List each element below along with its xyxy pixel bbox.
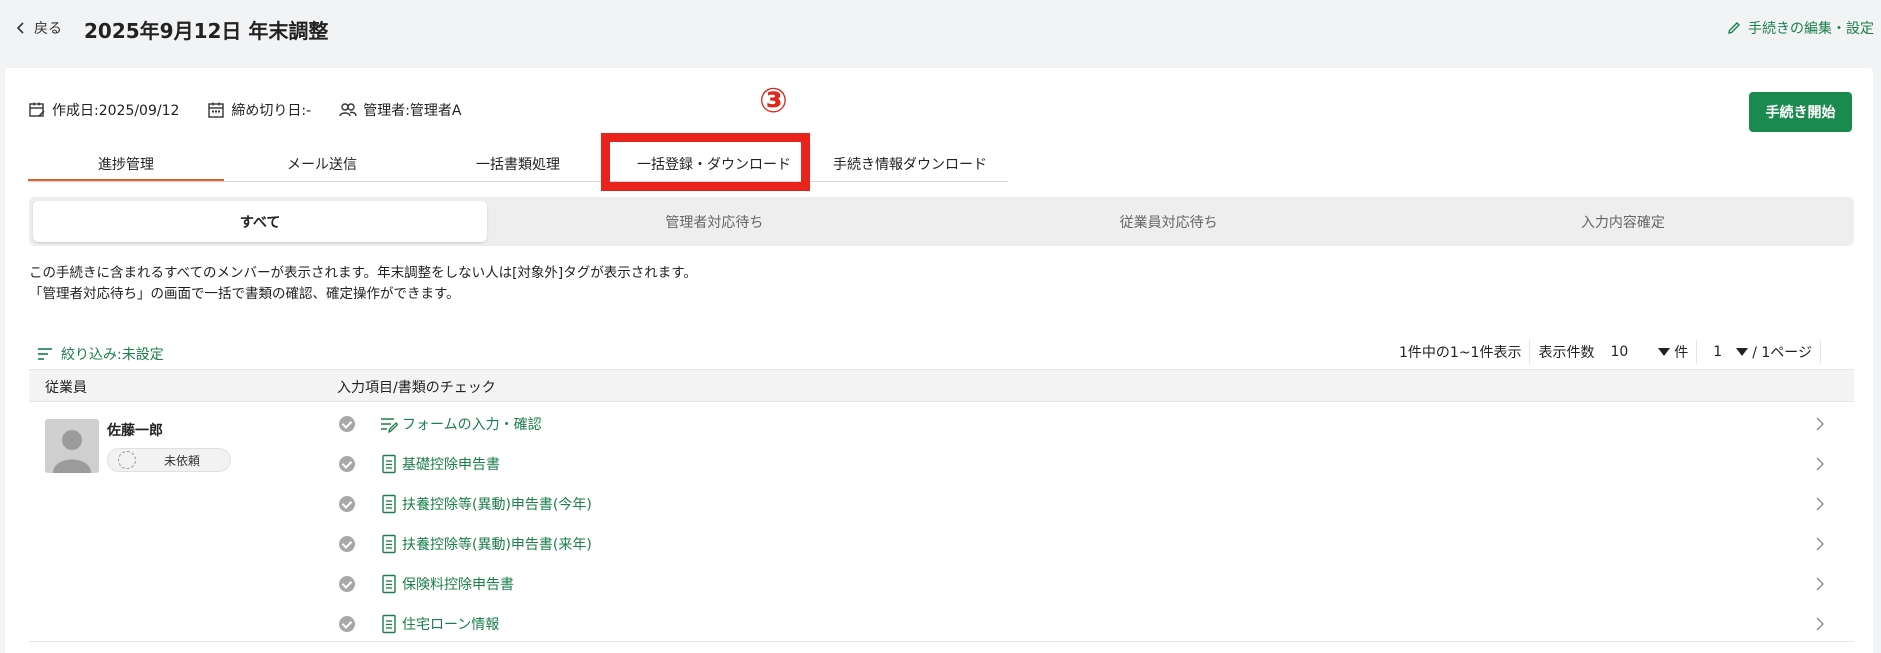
check-item-label: 扶養控除等(異動)申告書(今年) [402,497,592,513]
user-silhouette-icon [53,430,91,473]
check-item-housing-loan[interactable]: 住宅ローン情報 [339,612,499,636]
per-page-unit: 件 [1674,345,1689,361]
users-icon [339,103,357,117]
per-page-control: 表示件数 10 件 [1530,340,1698,364]
step-annotation: ③ [759,81,788,121]
table-header: 従業員 入力項目/書類のチェック [29,369,1854,402]
filter-button[interactable]: 絞り込み:未設定 [37,344,164,364]
form-edit-icon [381,418,398,434]
check-item-insurance[interactable]: 保険料控除申告書 [339,572,514,596]
main-tabs: 進捗管理 メール送信 一括書類処理 一括登録・ダウンロード 手続き情報ダウンロー… [28,148,1008,182]
edit-settings-link[interactable]: 手続きの編集・設定 [1726,18,1874,38]
per-page-select[interactable]: 10 件 [1610,342,1688,362]
chevron-right-icon[interactable] [1813,577,1827,591]
check-circle-icon [339,496,355,512]
check-item-label: 扶養控除等(異動)申告書(来年) [402,537,592,553]
check-item-label: 保険料控除申告書 [402,577,514,593]
check-item-label: 住宅ローン情報 [402,617,500,633]
description-text: この手続きに含まれるすべてのメンバーが表示されます。年末調整をしない人は[対象外… [29,263,697,305]
document-icon [382,534,396,554]
check-circle-icon [339,416,355,432]
tab-procedure-download[interactable]: 手続き情報ダウンロード [812,148,1008,181]
check-item-dependent-next-year[interactable]: 扶養控除等(異動)申告書(来年) [339,532,592,556]
status-label: 未依頼 [164,453,201,468]
avatar [45,419,99,473]
caret-down-icon [1736,348,1749,356]
top-bar: 戻る 2025年9月12日 年末調整 手続きの編集・設定 [0,0,1881,60]
per-page-label: 表示件数 [1538,345,1595,361]
result-summary: 1件中の1~1件表示 [1391,340,1531,364]
deadline-date: 締め切り日:- [207,100,311,120]
check-item-form[interactable]: フォームの入力・確認 [339,412,542,436]
document-icon [382,494,396,514]
created-date-text: 作成日:2025/09/12 [52,103,180,119]
manager-info: 管理者:管理者A [339,100,462,120]
pagination-bar: 1件中の1~1件表示 表示件数 10 件 1 / 1ページ [1391,340,1821,364]
document-icon [382,614,396,634]
tab-email[interactable]: メール送信 [224,148,420,181]
table-row: 佐藤一郎 未依頼 フォームの入力・確認 基礎控除申告書 扶養控除等(異動)申告書… [29,402,1854,642]
per-page-value: 10 [1610,344,1629,360]
calendar-icon [208,102,225,118]
chevron-right-icon[interactable] [1813,497,1827,511]
calendar-edit-icon [29,102,45,117]
check-item-label: 基礎控除申告書 [402,457,500,473]
edit-settings-label: 手続きの編集・設定 [1748,21,1874,37]
employee-name: 佐藤一郎 [107,423,163,439]
pencil-icon [1728,22,1740,34]
document-icon [382,574,396,594]
chevron-right-icon[interactable] [1813,617,1827,631]
check-item-label: フォームの入力・確認 [402,417,542,433]
check-circle-icon [339,616,355,632]
chevron-left-icon [16,22,24,34]
procedure-meta: 作成日:2025/09/12 締め切り日:- 管理者:管理者A [28,100,462,120]
check-circle-icon [339,456,355,472]
page-suffix: / 1ページ [1752,345,1812,361]
start-procedure-button[interactable]: 手続き開始 [1749,92,1852,132]
status-badge: 未依頼 [107,448,231,472]
page-control: 1 / 1ページ [1697,340,1821,364]
pending-status-icon [118,451,136,469]
status-filter-tabs: すべて 管理者対応待ち 従業員対応待ち 入力内容確定 [29,197,1854,246]
check-circle-icon [339,576,355,592]
document-icon [382,454,396,474]
caret-down-icon [1658,348,1671,356]
tab-bulk-documents[interactable]: 一括書類処理 [420,148,616,181]
filter-label: 絞り込み:未設定 [61,347,164,363]
description-line-2: 「管理者対応待ち」の画面で一括で書類の確認、確定操作ができます。 [29,286,460,302]
back-label: 戻る [34,21,62,37]
deadline-text: 締め切り日:- [231,103,312,119]
check-item-dependent-this-year[interactable]: 扶養控除等(異動)申告書(今年) [339,492,592,516]
check-circle-icon [339,536,355,552]
subtab-admin-pending[interactable]: 管理者対応待ち [487,201,941,242]
highlight-annotation-box [601,133,810,191]
manager-text: 管理者:管理者A [363,103,462,119]
page-title: 2025年9月12日 年末調整 [84,19,329,43]
page-select[interactable]: 1 / 1ページ [1713,342,1812,362]
description-line-1: この手続きに含まれるすべてのメンバーが表示されます。年末調整をしない人は[対象外… [29,265,697,281]
chevron-right-icon[interactable] [1813,537,1827,551]
chevron-right-icon[interactable] [1813,417,1827,431]
subtab-all[interactable]: すべて [33,201,488,242]
back-button[interactable]: 戻る [14,18,62,38]
chevron-right-icon[interactable] [1813,457,1827,471]
page-value: 1 [1713,344,1723,360]
subtab-confirmed[interactable]: 入力内容確定 [1396,201,1850,242]
created-date: 作成日:2025/09/12 [28,100,179,120]
tab-progress[interactable]: 進捗管理 [28,148,224,181]
filter-icon [38,348,52,360]
column-check: 入力項目/書類のチェック [337,380,496,396]
check-item-basic-deduction[interactable]: 基礎控除申告書 [339,452,500,476]
subtab-employee-pending[interactable]: 従業員対応待ち [942,201,1396,242]
column-employee: 従業員 [45,380,87,396]
